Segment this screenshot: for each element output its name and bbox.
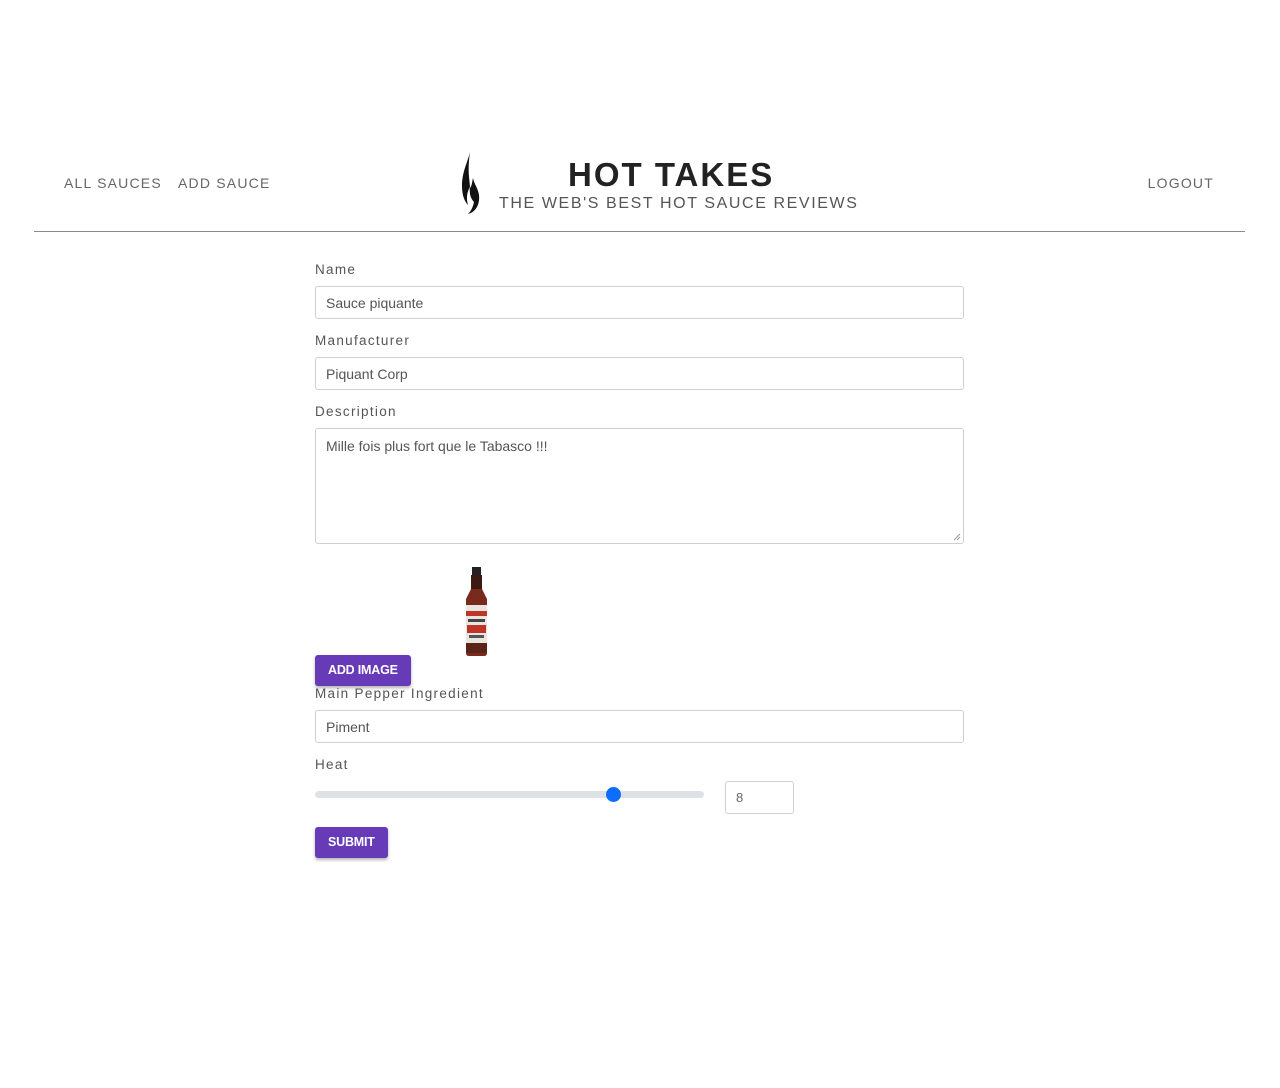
heat-slider-thumb[interactable] — [606, 787, 621, 802]
resize-grip-icon[interactable] — [953, 533, 961, 541]
site-header: ALL SAUCES ADD SAUCE HOT TAKES THE WEB'S… — [34, 140, 1245, 232]
description-label: Description — [315, 404, 397, 419]
page: ALL SAUCES ADD SAUCE HOT TAKES THE WEB'S… — [0, 0, 1280, 1088]
brand-title: HOT TAKES — [568, 156, 775, 193]
sauce-form: Name Sauce piquante Manufacturer Piquant… — [315, 262, 964, 858]
submit-button[interactable]: SUBMIT — [315, 827, 388, 858]
name-input[interactable]: Sauce piquante — [315, 286, 964, 319]
manufacturer-input[interactable]: Piquant Corp — [315, 357, 964, 390]
logout-link[interactable]: LOGOUT — [1148, 175, 1214, 191]
brand-logo[interactable]: HOT TAKES THE WEB'S BEST HOT SAUCE REVIE… — [458, 150, 857, 220]
description-text: Mille fois plus fort que le Tabasco !!! — [326, 438, 548, 454]
add-image-button[interactable]: ADD IMAGE — [315, 655, 411, 686]
flame-icon — [462, 152, 480, 214]
description-textarea[interactable]: Mille fois plus fort que le Tabasco !!! — [315, 428, 964, 544]
main-pepper-label: Main Pepper Ingredient — [315, 686, 484, 701]
heat-number-input[interactable]: 8 — [725, 781, 794, 814]
heat-control: 8 — [315, 781, 964, 817]
main-pepper-input[interactable]: Piment — [315, 710, 964, 743]
name-label: Name — [315, 262, 357, 277]
heat-slider[interactable] — [315, 791, 704, 798]
hot-sauce-bottle-image — [466, 567, 488, 656]
heat-label: Heat — [315, 757, 349, 772]
nav-add-sauce-link[interactable]: ADD SAUCE — [178, 175, 270, 191]
nav-all-sauces-link[interactable]: ALL SAUCES — [64, 175, 162, 191]
manufacturer-label: Manufacturer — [315, 333, 411, 348]
brand-tagline: THE WEB'S BEST HOT SAUCE REVIEWS — [499, 195, 859, 212]
